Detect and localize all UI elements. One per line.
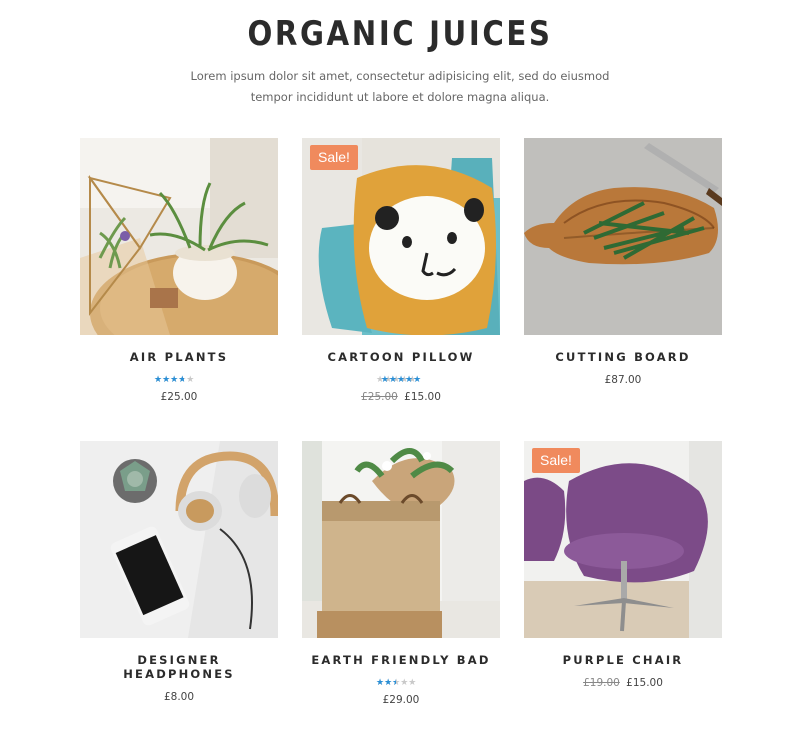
sale-badge: Sale!	[532, 448, 580, 473]
product-image-designer-headphones[interactable]	[80, 441, 278, 638]
product-name-cartoon-pillow[interactable]: CARTOON PILLOW	[302, 350, 500, 364]
price: £25.00	[80, 391, 278, 403]
current-price: £8.00	[163, 691, 195, 703]
sale-price: £15.00	[626, 677, 663, 689]
product-image-purple-chair[interactable]: Sale!	[524, 441, 722, 638]
product-name-earth-friendly-bad[interactable]: EARTH FRIENDLY BAD	[302, 653, 500, 667]
rating-stars: ★★★★★ ★★★★★	[154, 374, 204, 384]
product-name-air-plants[interactable]: AIR PLANTS	[80, 350, 278, 364]
price: £8.00	[80, 691, 278, 703]
rating-stars: ★★★★★ ★★★★★	[376, 374, 426, 384]
product-card-earth-friendly-bad: EARTH FRIENDLY BAD ★★★★★ ★★★★★ £29.00	[302, 441, 500, 706]
intro-line-1: Lorem ipsum dolor sit amet, consectetur …	[190, 69, 610, 83]
price: £29.00	[302, 694, 500, 706]
product-card-cutting-board: CUTTING BOARD £87.00	[524, 138, 722, 386]
star-filled-icon: ★★★★★	[154, 374, 184, 384]
rating-stars: ★★★★★ ★★★★★	[376, 677, 426, 687]
product-name-designer-headphones[interactable]: DESIGNER HEADPHONES	[80, 653, 278, 681]
product-image-cartoon-pillow[interactable]: Sale!	[302, 138, 500, 335]
page-title: ORGANIC JUICES	[247, 14, 553, 54]
current-price: £29.00	[382, 694, 420, 706]
original-price: £25.00	[361, 391, 398, 403]
current-price: £87.00	[604, 374, 642, 386]
product-image-cutting-board[interactable]	[524, 138, 722, 335]
star-filled-icon: ★★★★★	[376, 677, 396, 687]
product-name-purple-chair[interactable]: PURPLE CHAIR	[524, 653, 722, 667]
product-card-designer-headphones: DESIGNER HEADPHONES £8.00	[80, 441, 278, 703]
current-price: £25.00	[160, 391, 198, 403]
intro-text: Lorem ipsum dolor sit amet, consectetur …	[0, 66, 800, 108]
price: £19.00 £15.00	[524, 677, 722, 689]
sale-badge: Sale!	[310, 145, 358, 170]
product-image-earth-friendly-bad[interactable]	[302, 441, 500, 638]
product-image-air-plants[interactable]	[80, 138, 278, 335]
star-filled-icon: ★★★★★	[380, 374, 422, 384]
intro-line-2: tempor incididunt ut labore et dolore ma…	[250, 90, 550, 104]
product-name-cutting-board[interactable]: CUTTING BOARD	[524, 350, 722, 364]
product-card-purple-chair: Sale! PURPLE CHAIR £19.00 £15.00	[524, 441, 722, 689]
product-card-air-plants: AIR PLANTS ★★★★★ ★★★★★ £25.00	[80, 138, 278, 403]
price: £25.00 £15.00	[302, 391, 500, 403]
original-price: £19.00	[583, 677, 620, 689]
product-card-cartoon-pillow: Sale! CARTOON PILLOW ★★★★★ ★★★★★ £25.00 …	[302, 138, 500, 403]
sale-price: £15.00	[404, 391, 441, 403]
price: £87.00	[524, 374, 722, 386]
